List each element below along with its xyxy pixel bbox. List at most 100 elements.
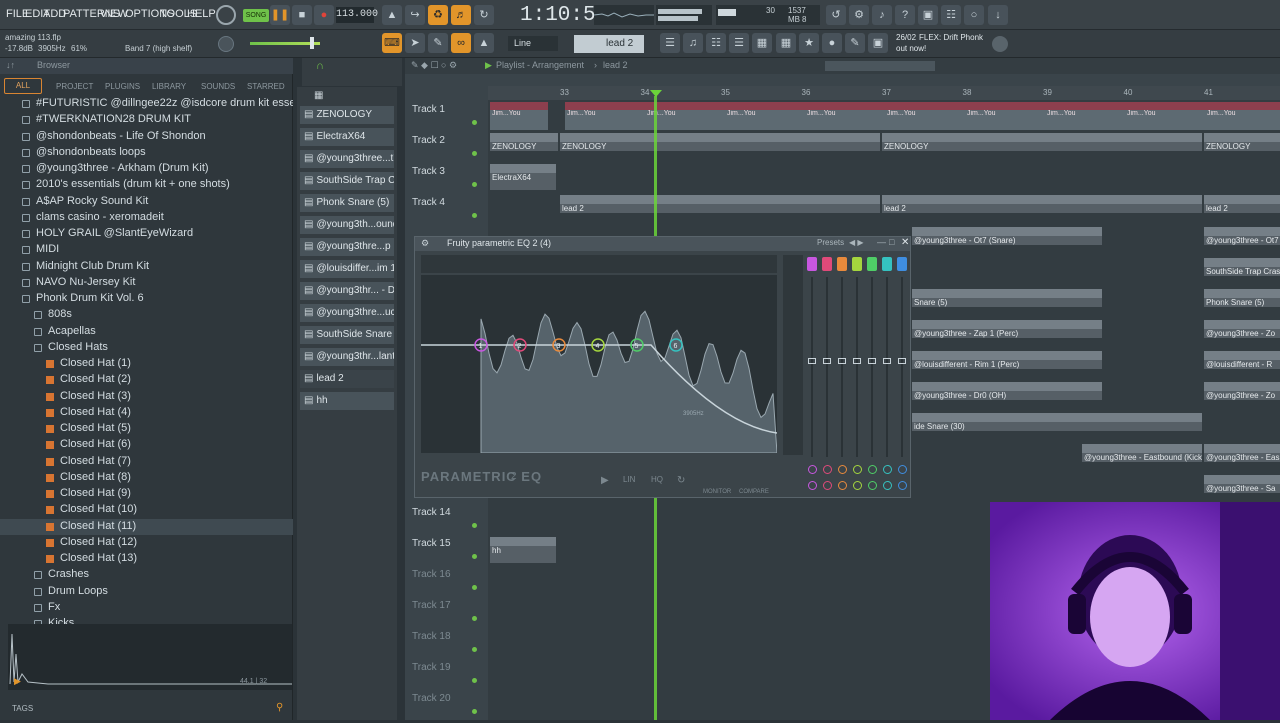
menu-help[interactable]: HELP — [187, 8, 216, 20]
browser-item-25[interactable]: Closed Hat (10) — [0, 502, 293, 518]
news-subtitle[interactable]: out now! — [896, 44, 926, 53]
browser-item-19[interactable]: Closed Hat (4) — [0, 405, 293, 421]
browser-item-3[interactable]: @shondonbeats loops — [0, 145, 293, 161]
eq-fader-track[interactable] — [901, 277, 903, 457]
clip-zen[interactable]: ZENOLOGY — [490, 133, 558, 151]
eq-reset-icon[interactable]: ↻ — [677, 475, 685, 486]
browser-tags-label[interactable]: TAGS — [12, 704, 33, 713]
stamp-icon[interactable]: ▲ — [474, 33, 494, 53]
track-header-4[interactable]: Track 14 — [409, 507, 485, 537]
eq-band-color-swatch[interactable] — [807, 257, 817, 271]
eq-titlebar[interactable]: ⚙ Fruity parametric EQ 2 (4) Presets ◀ ▶… — [415, 237, 910, 251]
track-header-2[interactable]: Track 3 — [409, 166, 485, 196]
clip-audio-4[interactable]: Jim...You — [805, 102, 885, 130]
clip-audio-7[interactable]: Jim...You — [1045, 102, 1125, 130]
record-icon[interactable]: ● — [314, 5, 334, 25]
clip-zen[interactable]: ZENOLOGY — [1204, 133, 1280, 151]
metronome-icon[interactable]: ▲ — [382, 5, 402, 25]
browser-item-10[interactable]: Midnight Club Drum Kit — [0, 259, 293, 275]
news-toggle-icon[interactable] — [992, 36, 1008, 52]
clip-audio-5[interactable]: Jim...You — [885, 102, 965, 130]
browser-item-26[interactable]: Closed Hat (11) — [0, 518, 293, 535]
clip-r14[interactable]: @young3three - Sa — [1204, 475, 1280, 493]
eq-presets-label[interactable]: Presets — [817, 238, 844, 247]
eq-fader-handle[interactable] — [808, 358, 816, 364]
bar-number[interactable]: 39 — [1043, 88, 1052, 97]
clip-lead[interactable]: lead 2 — [560, 195, 880, 213]
clip-r8[interactable]: @louisdifferent - R — [1204, 351, 1280, 369]
clip-r12[interactable]: @young3three - Eastbound (Kick) — [1082, 444, 1202, 462]
clip-r13[interactable]: @young3three - Eas — [1204, 444, 1280, 462]
clip-zen[interactable]: ZENOLOGY — [882, 133, 1202, 151]
eq-fader-handle[interactable] — [898, 358, 906, 364]
clip-r1[interactable]: @young3three - Ot7 (Snare) — [1204, 227, 1280, 245]
plugin-database-icon[interactable]: ✎ — [845, 33, 865, 53]
news-title[interactable]: FLEX: Drift Phonk — [919, 33, 983, 42]
eq-maximize-icon[interactable]: □ — [889, 237, 894, 247]
bar-number[interactable]: 36 — [802, 88, 811, 97]
eq-fader-track[interactable] — [841, 277, 843, 457]
eq-fader-track[interactable] — [871, 277, 873, 457]
browser-item-9[interactable]: MIDI — [0, 242, 293, 258]
clip-r5[interactable]: @young3three - Zap 1 (Perc) — [912, 320, 1102, 338]
browser-item-11[interactable]: NAVO Nu-Jersey Kit — [0, 275, 293, 291]
snap-select[interactable]: Line — [508, 36, 558, 51]
eq-band-toggle-icon[interactable]: ▶ — [601, 475, 609, 486]
typing-keyboard-icon[interactable]: ⌨ — [382, 33, 402, 53]
mic-icon[interactable]: ♪ — [872, 5, 892, 25]
clip-audio-3[interactable]: Jim...You — [725, 102, 805, 130]
eq-fader-handle[interactable] — [883, 358, 891, 364]
eq-fader-handle[interactable] — [838, 358, 846, 364]
eq-bandwidth-knob[interactable] — [898, 465, 907, 474]
clip-r7[interactable]: @louisdifferent - Rim 1 (Perc) — [912, 351, 1102, 369]
eq-bandwidth-knob[interactable] — [838, 465, 847, 474]
browser-item-14[interactable]: Acapellas — [0, 324, 293, 340]
browser-item-21[interactable]: Closed Hat (6) — [0, 437, 293, 453]
clip-electra[interactable]: ElectraX64 — [490, 164, 556, 190]
track-header-10[interactable]: Track 20 — [409, 693, 485, 723]
tempo-tapper-icon[interactable]: ● — [822, 33, 842, 53]
horizontal-scrollbar[interactable] — [825, 61, 935, 71]
bar-number[interactable]: 35 — [721, 88, 730, 97]
pattern-item-6[interactable]: ▤@young3thre...p 1 (Perc) — [300, 238, 394, 256]
pattern-item-0[interactable]: ▤ ZENOLOGY — [300, 106, 394, 124]
eq-compare-label[interactable]: COMPARE — [739, 489, 769, 495]
song-mode-button[interactable]: SONG — [243, 9, 269, 22]
eq-type-knob[interactable] — [853, 481, 862, 490]
playlist-tools-icon[interactable]: ✎ ◆ ☐ ○ ⚙ — [411, 60, 457, 71]
help-icon[interactable]: ? — [895, 5, 915, 25]
eq-fader-handle[interactable] — [823, 358, 831, 364]
save-icon[interactable]: ▣ — [918, 5, 938, 25]
cpu-icon[interactable]: ⚙ — [849, 5, 869, 25]
bar-number[interactable]: 34 — [641, 88, 650, 97]
browser-item-7[interactable]: clams casino - xeromadeit — [0, 210, 293, 226]
eq-fader-track[interactable] — [856, 277, 858, 457]
pattern-item-7[interactable]: ▤@louisdiffer...im 1 (Perc) — [300, 260, 394, 278]
track-mute-icon[interactable] — [472, 709, 477, 714]
browser-item-6[interactable]: A$AP Rocky Sound Kit — [0, 194, 293, 210]
browser-item-29[interactable]: Crashes — [0, 567, 293, 583]
playhead-marker-icon[interactable] — [650, 90, 662, 97]
eq-bandwidth-knob[interactable] — [808, 465, 817, 474]
master-pitch-knob[interactable] — [218, 36, 234, 52]
clip-r4[interactable]: Phonk Snare (5) — [1204, 289, 1280, 307]
time-ruler[interactable]: 33 34 35 36 37 38 39 40 41 — [488, 86, 1280, 100]
mixer-view-icon[interactable]: ☰ — [729, 33, 749, 53]
pattern-item-4[interactable]: ▤ Phonk Snare (5) — [300, 194, 394, 212]
clip-r11[interactable]: ide Snare (30) — [912, 413, 1202, 431]
clip-r2[interactable]: SouthSide Trap Crash — [1204, 258, 1280, 276]
eq-graph[interactable]: 1 2 3 4 5 6 3905Hz — [421, 275, 778, 454]
link-icon[interactable]: ∞ — [451, 33, 471, 53]
pencil-icon[interactable]: ✎ — [428, 33, 448, 53]
eq-type-knob[interactable] — [808, 481, 817, 490]
track-mute-icon[interactable] — [472, 554, 477, 559]
pattern-item-12[interactable]: ▤ lead 2 — [300, 370, 394, 388]
snap-icon[interactable]: ∩ — [316, 60, 324, 72]
pattern-item-2[interactable]: ▤@young3three...t7 (Snare) — [300, 150, 394, 168]
eq-fader-handle[interactable] — [853, 358, 861, 364]
browser-search-icon[interactable]: ⚲ — [276, 702, 283, 713]
clip-r10[interactable]: @young3three - Zo — [1204, 382, 1280, 400]
browser-tab-library[interactable]: LIBRARY — [152, 82, 186, 91]
browser-item-16[interactable]: Closed Hat (1) — [0, 356, 293, 372]
update-icon[interactable]: ↺ — [826, 5, 846, 25]
